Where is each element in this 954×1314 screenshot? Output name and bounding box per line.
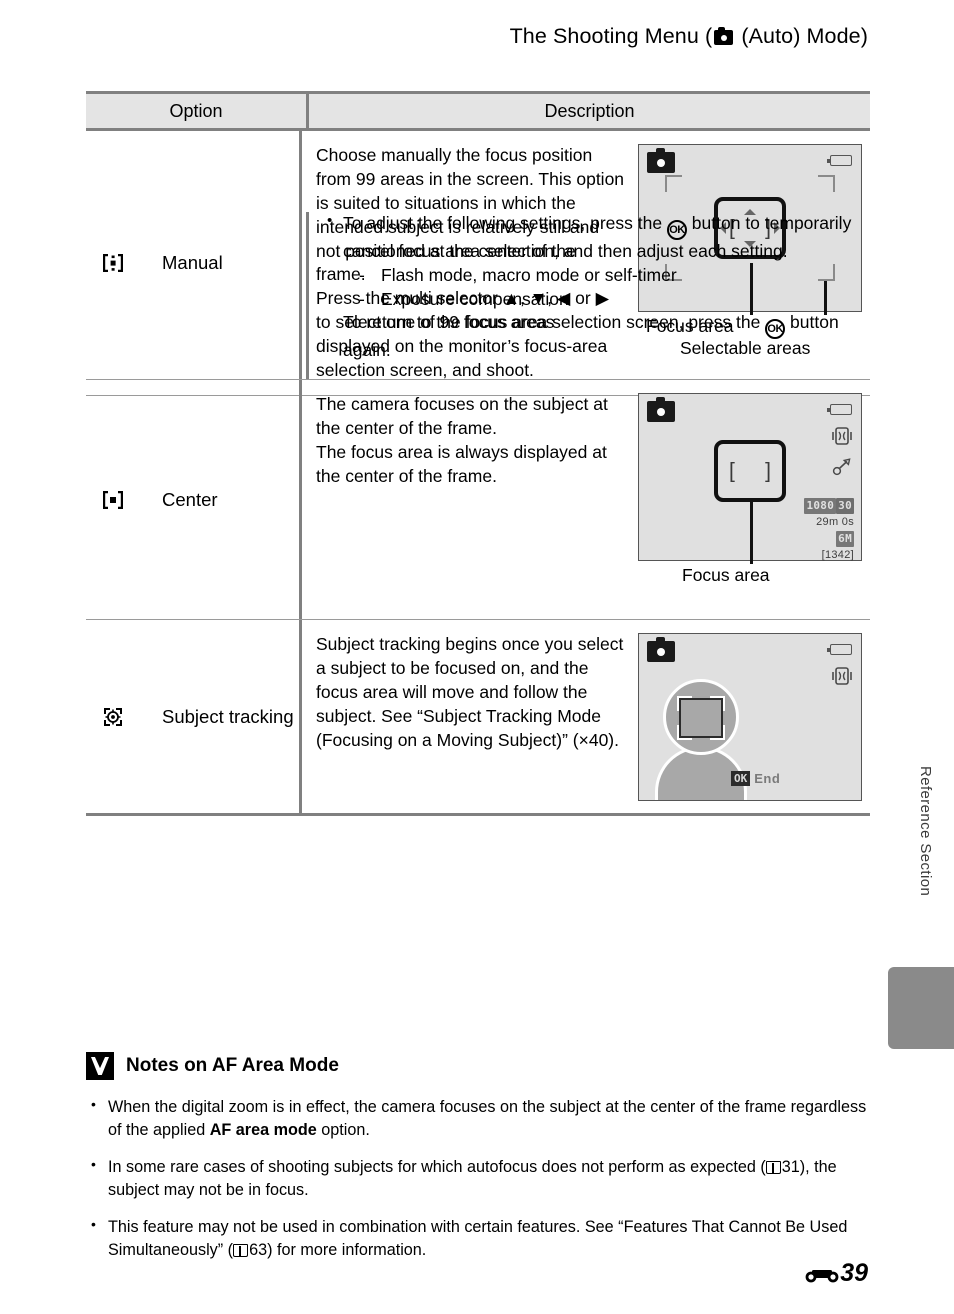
osd-movie-line: 1080 30	[804, 498, 854, 515]
option-cell-center: Center	[86, 380, 299, 619]
camera-monitor-preview: [ ]	[638, 144, 862, 312]
frame-rate-chip: 30	[836, 498, 854, 514]
paragraph: The focus area is always displayed at th…	[316, 441, 626, 489]
frame-corner-icon	[665, 264, 682, 281]
option-label: Center	[162, 488, 218, 511]
arrow-right-icon	[774, 222, 780, 234]
reference-section-symbol-icon	[805, 1263, 839, 1285]
table-row: Subject tracking Subject tracking begins…	[86, 620, 870, 813]
paragraph: Subject tracking begins once you select …	[316, 633, 626, 752]
description-text: Subject tracking begins once you select …	[316, 633, 626, 801]
movie-size-chip: 1080	[804, 498, 836, 514]
subject-tracking-screen: OK End	[638, 633, 862, 801]
osd-image-size: 6M	[804, 531, 854, 548]
vibration-reduction-icon	[831, 666, 853, 686]
page-number: 39	[840, 1259, 868, 1288]
description-text: Choose manually the focus position from …	[316, 144, 626, 383]
note-text: option.	[317, 1121, 370, 1139]
note-reference-page: 63	[249, 1241, 267, 1259]
subject-tracking-icon	[100, 704, 126, 730]
camera-auto-icon	[714, 30, 733, 45]
notes-heading: Notes on AF Area Mode	[86, 1052, 876, 1080]
option-cell-manual: Manual	[86, 131, 299, 395]
column-header-description: Description	[306, 94, 870, 128]
battery-icon	[830, 404, 852, 415]
notes-title: Notes on AF Area Mode	[126, 1055, 339, 1077]
paragraph: The camera focuses on the subject at the…	[316, 393, 626, 441]
table-row: Manual Choose manually the focus positio…	[86, 131, 870, 396]
center-af-area-icon	[100, 487, 126, 513]
end-tracking-hint: OK End	[731, 771, 780, 786]
camera-monitor-preview: 1080 30 29m 0s 6M [1342] [ ]	[638, 393, 862, 561]
note-text: ) for more information.	[267, 1241, 426, 1259]
tracking-focus-frame	[677, 696, 725, 740]
manual-page: The Shooting Menu ( (Auto) Mode) Option …	[0, 0, 954, 1314]
battery-icon	[830, 644, 852, 655]
option-label: Manual	[162, 251, 223, 274]
option-cell-subject-tracking: Subject tracking	[86, 620, 299, 813]
end-label: End	[754, 771, 780, 786]
shooting-mode-icon	[647, 641, 675, 662]
header-title-before: The Shooting Menu (	[510, 24, 713, 48]
battery-icon	[830, 155, 852, 166]
book-reference-icon	[766, 1161, 781, 1174]
table-header-row: Option Description	[86, 94, 870, 131]
table-row: Center The camera focuses on the subject…	[86, 380, 870, 620]
note-bold-term: AF area mode	[210, 1121, 317, 1139]
note-reference-page: 31	[782, 1158, 800, 1176]
osd-status-readout: 1080 30 29m 0s 6M [1342]	[804, 498, 854, 564]
paragraph: Choose manually the focus position from …	[316, 144, 626, 287]
focus-area-selection-screen: [ ] Focus area Selectable areas	[638, 144, 862, 383]
note-item: When the digital zoom is in effect, the …	[86, 1096, 876, 1142]
paragraph: Press the multi selector ▲, ▼, ◀ or ▶ to…	[316, 287, 626, 383]
vibration-reduction-icon	[831, 426, 853, 446]
af-area-mode-table: Option Description Manual Choose manuall…	[86, 91, 870, 816]
note-text: This feature may not be used in combinat…	[108, 1218, 847, 1259]
frame-corner-icon	[818, 175, 835, 192]
selectable-focus-box: [ ]	[714, 197, 786, 259]
bracket-right-icon: ]	[765, 460, 771, 481]
bracket-left-icon: [	[729, 460, 735, 481]
reference-section-tab	[888, 967, 954, 1049]
note-item: This feature may not be used in combinat…	[86, 1216, 876, 1262]
ok-button-icon: OK	[731, 771, 750, 786]
macro-mode-icon	[831, 458, 853, 478]
reference-section-label: Reference Section	[917, 766, 934, 896]
frame-corner-icon	[665, 175, 682, 192]
camera-monitor-preview: OK End	[638, 633, 862, 801]
leader-line	[750, 263, 753, 315]
book-reference-icon	[233, 1244, 248, 1257]
osd-record-time: 29m 0s	[804, 515, 854, 531]
note-item: In some rare cases of shooting subjects …	[86, 1156, 876, 1202]
note-text: In some rare cases of shooting subjects …	[108, 1158, 766, 1176]
description-cell-subject-tracking: Subject tracking begins once you select …	[299, 620, 870, 813]
caption-selectable-areas: Selectable areas	[680, 338, 810, 359]
header-title-after: (Auto) Mode)	[735, 24, 868, 48]
arrow-down-icon	[744, 241, 756, 247]
center-focus-box: [ ]	[714, 440, 786, 502]
page-footer: 39	[805, 1259, 868, 1288]
bracket-left-icon: [	[729, 218, 735, 239]
image-size-chip: 6M	[836, 531, 854, 547]
frame-corner-icon	[818, 264, 835, 281]
bracket-right-icon: ]	[765, 218, 771, 239]
arrow-left-icon	[720, 222, 726, 234]
caution-checkmark-icon	[86, 1052, 114, 1080]
column-header-option: Option	[86, 94, 306, 128]
caption-focus-area: Focus area	[646, 316, 734, 337]
leader-line	[824, 281, 827, 315]
notes-section: Notes on AF Area Mode When the digital z…	[86, 1052, 876, 1276]
page-header: The Shooting Menu ( (Auto) Mode)	[0, 24, 954, 49]
description-text: The camera focuses on the subject at the…	[316, 393, 626, 607]
shooting-mode-icon	[647, 401, 675, 422]
arrow-up-icon	[744, 209, 756, 215]
center-focus-screen: 1080 30 29m 0s 6M [1342] [ ] Focus area	[638, 393, 862, 607]
leader-line	[750, 502, 753, 564]
caption-focus-area: Focus area	[682, 565, 770, 586]
option-label: Subject tracking	[162, 705, 294, 728]
shooting-mode-icon	[647, 152, 675, 173]
description-cell-manual: Choose manually the focus position from …	[299, 131, 870, 395]
description-cell-center: The camera focuses on the subject at the…	[299, 380, 870, 619]
manual-af-area-icon	[100, 250, 126, 276]
